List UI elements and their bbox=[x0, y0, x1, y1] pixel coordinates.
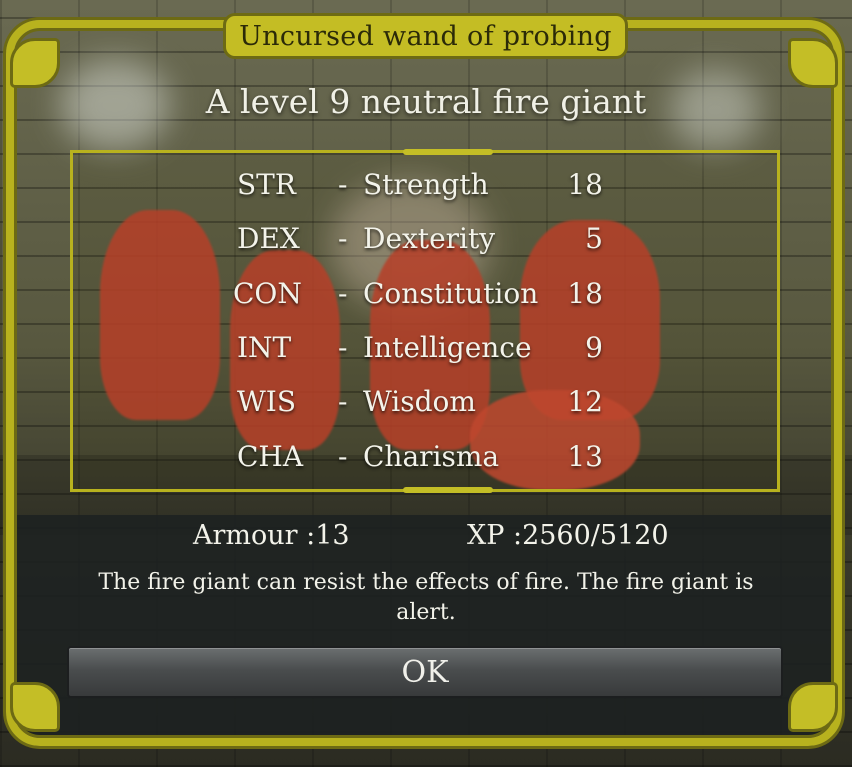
monster-traits-text: The fire giant can resist the effects of… bbox=[98, 570, 754, 625]
frame-ornament bbox=[10, 682, 60, 732]
stat-row-cha: CHA - Charisma 13 bbox=[73, 440, 783, 490]
stat-name: Constitution bbox=[363, 277, 539, 310]
stats-box-accent bbox=[403, 149, 493, 155]
dialog-title-plate: Uncursed wand of probing bbox=[223, 13, 628, 59]
ok-button-label: OK bbox=[401, 654, 449, 690]
stat-abbr: WIS bbox=[237, 385, 297, 418]
stat-value: 18 bbox=[567, 277, 603, 310]
stat-separator: - bbox=[338, 168, 348, 201]
ok-button[interactable]: OK bbox=[67, 646, 783, 698]
stats-box: STR - Strength 18 DEX - Dexterity 5 CON … bbox=[70, 149, 783, 493]
frame-ornament bbox=[10, 38, 60, 88]
frame-ornament bbox=[788, 682, 838, 732]
stat-value: 12 bbox=[567, 385, 603, 418]
stat-row-dex: DEX - Dexterity 5 bbox=[73, 222, 783, 272]
stat-separator: - bbox=[338, 331, 348, 364]
stat-row-wis: WIS - Wisdom 12 bbox=[73, 385, 783, 435]
stat-row-str: STR - Strength 18 bbox=[73, 168, 783, 218]
stat-name: Wisdom bbox=[363, 385, 476, 418]
stat-value: 18 bbox=[567, 168, 603, 201]
stat-abbr: CON bbox=[233, 277, 302, 310]
dialog-title: Uncursed wand of probing bbox=[239, 20, 612, 52]
stat-name: Intelligence bbox=[363, 331, 532, 364]
stat-value: 13 bbox=[567, 440, 603, 473]
stat-name: Strength bbox=[363, 168, 489, 201]
stat-row-int: INT - Intelligence 9 bbox=[73, 331, 783, 381]
stat-value: 9 bbox=[585, 331, 603, 364]
stat-abbr: INT bbox=[237, 331, 292, 364]
stat-name: Charisma bbox=[363, 440, 500, 473]
stat-separator: - bbox=[338, 277, 348, 310]
stat-separator: - bbox=[338, 385, 348, 418]
stat-row-con: CON - Constitution 18 bbox=[73, 277, 783, 327]
armour-value: Armour :13 bbox=[193, 520, 350, 551]
stat-value: 5 bbox=[585, 222, 603, 255]
xp-value: XP :2560/5120 bbox=[467, 520, 669, 551]
stat-separator: - bbox=[338, 440, 348, 473]
stat-separator: - bbox=[338, 222, 348, 255]
stat-abbr: CHA bbox=[237, 440, 304, 473]
stat-abbr: STR bbox=[237, 168, 296, 201]
monster-description: A level 9 neutral fire giant bbox=[205, 82, 647, 121]
stat-abbr: DEX bbox=[237, 222, 300, 255]
frame-ornament bbox=[788, 38, 838, 88]
stat-name: Dexterity bbox=[363, 222, 496, 255]
